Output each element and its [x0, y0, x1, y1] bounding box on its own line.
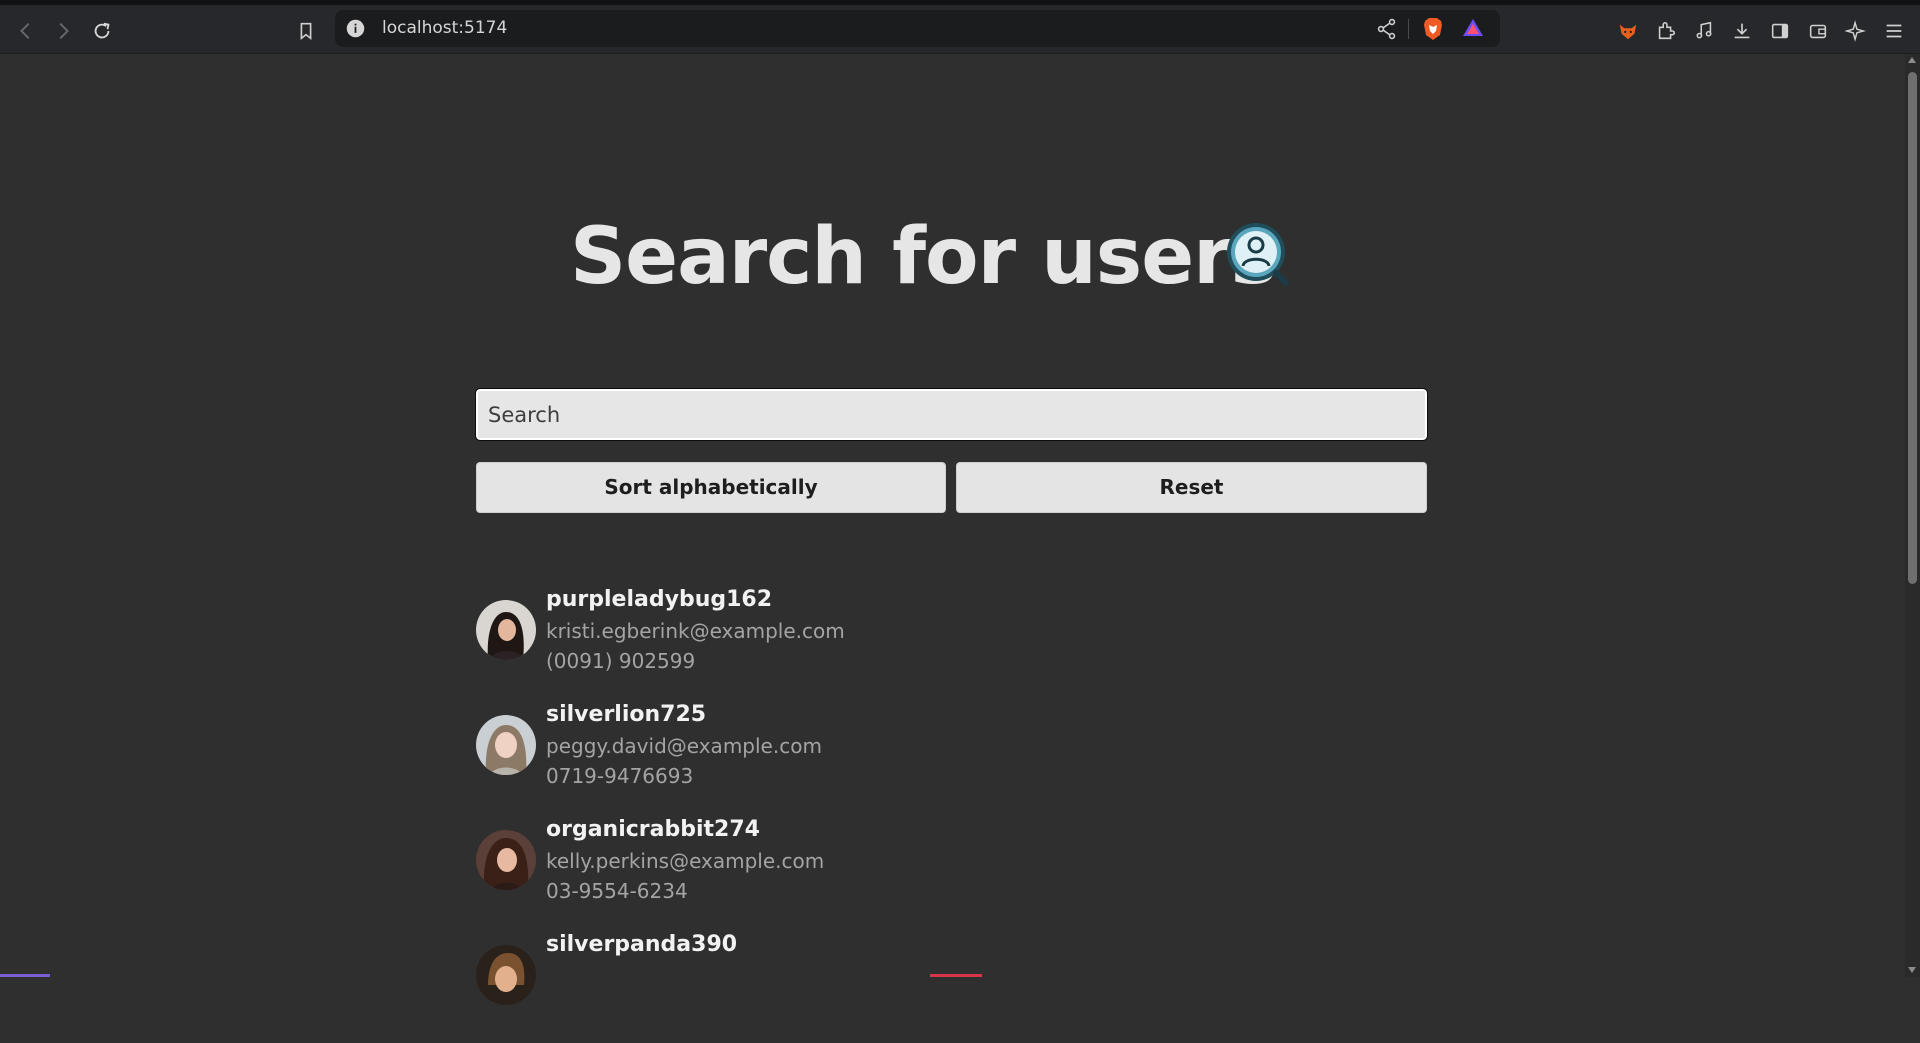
user-card[interactable]: organicrabbit274 kelly.perkins@example.c…: [476, 813, 1176, 928]
downloads-button[interactable]: [1724, 13, 1760, 49]
extension-fox-button[interactable]: [1610, 13, 1646, 49]
back-icon: [20, 23, 30, 39]
scroll-up-arrow[interactable]: [1908, 57, 1916, 63]
avatar: [476, 945, 536, 1005]
scroll-thumb[interactable]: [1908, 72, 1917, 584]
wallet-button[interactable]: [1800, 13, 1836, 49]
address-separator: [1408, 19, 1409, 39]
sidebar-button[interactable]: [1762, 13, 1798, 49]
reload-button[interactable]: [84, 13, 120, 49]
user-phone: 03-9554-6234: [546, 879, 688, 903]
avatar: [476, 830, 536, 890]
share-icon[interactable]: [1375, 17, 1399, 41]
back-button[interactable]: [8, 13, 44, 49]
user-email: peggy.david@example.com: [546, 734, 822, 758]
page-title: Search for users: [570, 212, 1277, 302]
downloads-icon: [1734, 23, 1750, 39]
user-username: silverlion725: [546, 702, 707, 727]
extension-fox-icon: [1619, 24, 1637, 40]
leo-ai-icon: [1845, 20, 1867, 42]
user-card[interactable]: silverlion725 peggy.david@example.com 07…: [476, 698, 1176, 813]
reset-button[interactable]: Reset: [956, 462, 1427, 513]
user-card[interactable]: silverpanda390: [476, 928, 1176, 1043]
forward-button[interactable]: [45, 13, 81, 49]
reload-icon: [94, 22, 110, 39]
extensions-icon: [1658, 21, 1676, 40]
user-search-icon: [1227, 223, 1289, 286]
site-info-icon[interactable]: [345, 18, 366, 39]
bookmark-icon: [300, 22, 312, 41]
leo-ai-button[interactable]: [1838, 13, 1874, 49]
page-scrollbar[interactable]: [1905, 54, 1920, 977]
sort-alphabetically-button[interactable]: Sort alphabetically: [476, 462, 946, 513]
user-phone: (0091) 902599: [546, 649, 696, 673]
brave-rewards-icon[interactable]: [1461, 16, 1485, 40]
bookmark-button[interactable]: [288, 13, 324, 49]
user-email: kelly.perkins@example.com: [546, 849, 825, 873]
user-list: purpleladybug162 kristi.egberink@example…: [476, 583, 1176, 1043]
extensions-button[interactable]: [1648, 13, 1684, 49]
user-username: silverpanda390: [546, 932, 738, 957]
user-email: kristi.egberink@example.com: [546, 619, 845, 643]
user-username: purpleladybug162: [546, 587, 773, 612]
search-input[interactable]: [475, 388, 1428, 441]
media-icon: [1696, 21, 1712, 39]
avatar: [476, 600, 536, 660]
media-button[interactable]: [1686, 13, 1722, 49]
brave-shields-icon[interactable]: [1421, 16, 1445, 42]
menu-button[interactable]: [1876, 13, 1912, 49]
user-phone: 0719-9476693: [546, 764, 694, 788]
user-username: organicrabbit274: [546, 817, 760, 842]
sidebar-icon: [1771, 23, 1789, 39]
url-text[interactable]: localhost:5174: [382, 10, 507, 47]
address-bar[interactable]: localhost:5174: [335, 10, 1500, 47]
forward-icon: [59, 23, 69, 39]
scroll-down-arrow[interactable]: [1908, 967, 1916, 973]
user-card[interactable]: purpleladybug162 kristi.egberink@example…: [476, 583, 1176, 698]
avatar: [476, 715, 536, 775]
wallet-icon: [1809, 24, 1827, 39]
browser-toolbar: localhost:5174: [0, 5, 1920, 54]
menu-icon: [1886, 24, 1902, 38]
